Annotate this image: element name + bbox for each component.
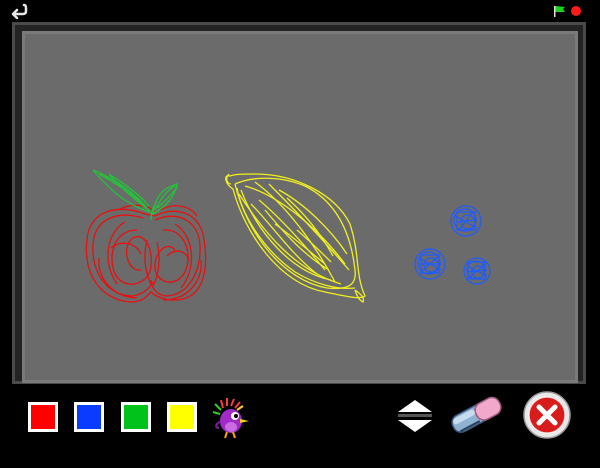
color-swatch-red[interactable] xyxy=(28,402,58,432)
back-arrow-icon[interactable] xyxy=(10,3,28,19)
purple-bird-mascot-icon[interactable] xyxy=(211,398,255,440)
color-swatch-yellow[interactable] xyxy=(167,402,197,432)
eraser-icon[interactable] xyxy=(446,392,506,436)
up-down-arrows-icon[interactable] xyxy=(394,398,436,434)
close-x-icon[interactable] xyxy=(522,390,572,440)
color-swatch-green[interactable] xyxy=(121,402,151,432)
green-flag-icon[interactable] xyxy=(553,5,567,17)
drawing-svg xyxy=(25,34,575,380)
top-bar xyxy=(0,0,600,22)
drawing-canvas[interactable] xyxy=(22,31,578,383)
red-dot-icon[interactable] xyxy=(571,6,581,16)
color-swatch-blue[interactable] xyxy=(74,402,104,432)
